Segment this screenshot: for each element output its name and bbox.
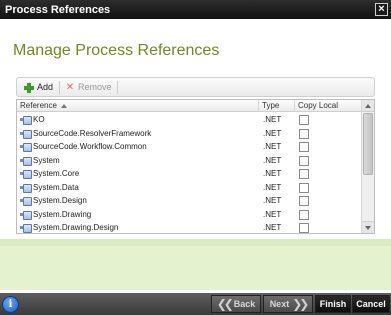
reference-name: System.Data <box>33 182 79 192</box>
close-icon[interactable]: × <box>375 3 388 16</box>
info-icon[interactable]: i <box>2 296 19 313</box>
table-row[interactable]: System .NET <box>17 154 362 168</box>
reference-name: System.Drawing <box>33 209 92 219</box>
reference-name: System.Design <box>33 196 87 205</box>
cancel-button[interactable]: Cancel <box>352 295 390 313</box>
vertical-scrollbar[interactable] <box>361 100 374 233</box>
plus-icon <box>24 82 34 93</box>
finish-button[interactable]: Finish <box>315 295 351 313</box>
wizard-footer: i ❮❮ Back Next ❯❯ Finish Cancel <box>0 293 391 315</box>
assembly-icon <box>20 197 32 207</box>
table-row[interactable]: KO .NET <box>17 113 362 127</box>
reference-name: System.Core <box>33 169 80 178</box>
assembly-icon <box>20 156 32 166</box>
copy-local-checkbox[interactable] <box>299 155 309 166</box>
add-label: Add <box>37 82 54 92</box>
table-row[interactable]: SourceCode.Workflow.Common .NET <box>17 140 362 154</box>
scroll-down-button[interactable] <box>362 221 374 233</box>
references-grid: Reference Type Copy Local KO .NET Source… <box>16 99 375 234</box>
table-row[interactable]: SourceCode.ResolverFramework .NET <box>17 127 362 141</box>
reference-type: .NET <box>263 209 282 219</box>
assembly-icon <box>20 183 32 193</box>
toolbar-separator <box>117 81 118 94</box>
copy-local-checkbox[interactable] <box>299 169 309 179</box>
delete-icon: ✕ <box>65 82 75 93</box>
triangle-down-icon <box>365 225 371 230</box>
copy-local-checkbox[interactable] <box>299 209 309 220</box>
grid-rows: KO .NET SourceCode.ResolverFramework .NE… <box>17 113 362 233</box>
status-band-edge <box>0 239 391 246</box>
copy-local-checkbox[interactable] <box>299 128 309 139</box>
remove-button[interactable]: ✕ Remove <box>65 81 112 94</box>
column-header-type[interactable]: Type <box>259 100 295 112</box>
double-chevron-right-icon: ❯❯ <box>292 297 309 311</box>
reference-name: System.Drawing.Design <box>33 223 119 232</box>
reference-type: .NET <box>263 128 282 138</box>
page-title: Manage Process References <box>13 42 220 59</box>
reference-type: .NET <box>263 155 282 165</box>
double-chevron-left-icon: ❮❮ <box>216 297 234 311</box>
assembly-icon <box>20 210 32 220</box>
reference-name: SourceCode.ResolverFramework <box>33 128 152 138</box>
reference-name: KO <box>33 115 45 124</box>
remove-label: Remove <box>78 82 112 92</box>
assembly-icon <box>20 116 32 126</box>
sort-ascending-icon <box>60 103 67 108</box>
column-header-reference[interactable]: Reference <box>17 100 259 112</box>
grid-header: Reference Type Copy Local <box>17 100 362 112</box>
table-row[interactable]: System.Drawing.Design .NET <box>17 221 362 233</box>
reference-type: .NET <box>263 115 282 124</box>
reference-name: SourceCode.Workflow.Common <box>33 142 147 151</box>
status-band <box>0 246 391 290</box>
reference-type: .NET <box>263 142 282 151</box>
reference-type: .NET <box>263 169 282 178</box>
table-row[interactable]: System.Data .NET <box>17 181 362 195</box>
window-titlebar: Process References × <box>0 0 391 19</box>
copy-local-checkbox[interactable] <box>299 223 309 233</box>
assembly-icon <box>20 170 32 180</box>
reference-type: .NET <box>263 182 282 192</box>
copy-local-checkbox[interactable] <box>299 182 309 193</box>
references-toolbar: Add ✕ Remove <box>16 77 375 97</box>
scrollbar-thumb[interactable] <box>363 113 373 175</box>
table-row[interactable]: System.Design .NET <box>17 194 362 208</box>
toolbar-separator <box>59 81 60 94</box>
reference-name: System <box>33 155 60 165</box>
copy-local-checkbox[interactable] <box>299 142 309 152</box>
scroll-up-button[interactable] <box>362 100 374 112</box>
add-button[interactable]: Add <box>24 81 53 94</box>
copy-local-checkbox[interactable] <box>299 196 309 206</box>
triangle-up-icon <box>365 103 371 108</box>
copy-local-checkbox[interactable] <box>299 115 309 125</box>
window-title: Process References <box>5 4 111 16</box>
assembly-icon <box>20 224 32 233</box>
assembly-icon <box>20 129 32 139</box>
table-row[interactable]: System.Drawing .NET <box>17 208 362 222</box>
reference-type: .NET <box>263 223 282 232</box>
back-button[interactable]: ❮❮ Back <box>211 295 261 313</box>
assembly-icon <box>20 143 32 153</box>
next-button[interactable]: Next ❯❯ <box>263 295 313 313</box>
reference-type: .NET <box>263 196 282 205</box>
column-header-copy-local[interactable]: Copy Local <box>295 100 362 112</box>
table-row[interactable]: System.Core .NET <box>17 167 362 181</box>
